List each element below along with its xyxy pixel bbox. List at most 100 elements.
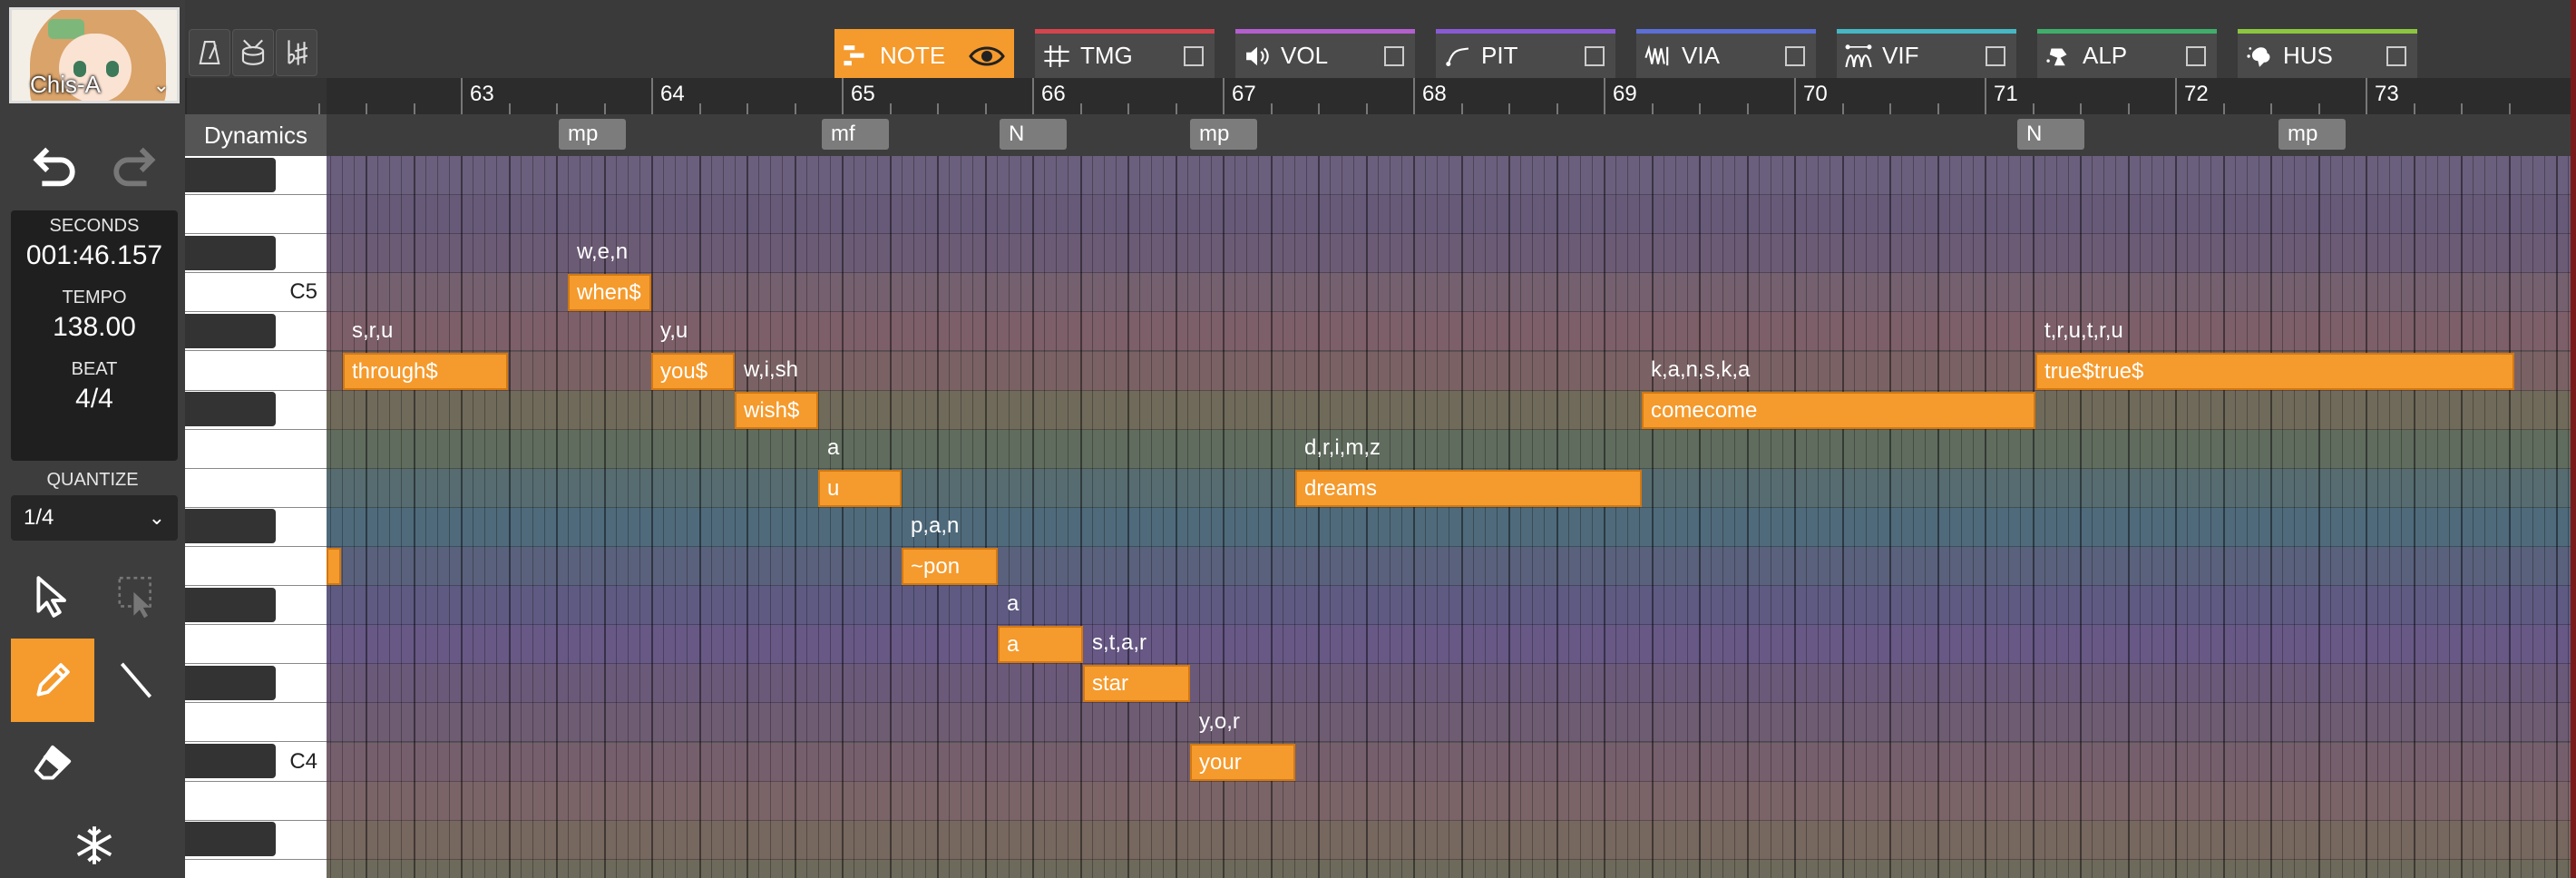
grid-line — [2055, 156, 2057, 878]
black-key[interactable] — [185, 236, 276, 270]
tab-vol[interactable]: VOL — [1235, 29, 1415, 78]
note-block[interactable]: your — [1190, 743, 1295, 781]
tempo-value[interactable]: 138.00 — [11, 312, 178, 343]
note-block[interactable]: you$ — [651, 352, 735, 390]
piano-keyboard[interactable]: C5 C4 — [185, 156, 327, 878]
pitch-snap-button[interactable] — [276, 29, 317, 76]
grid-line — [639, 156, 640, 878]
left-sidebar: Chis-A ⌄ SECONDS 001:46.157 TEMPO 138.00… — [0, 0, 187, 878]
note-block[interactable]: star — [1083, 665, 1190, 703]
note-block[interactable]: a — [998, 626, 1083, 664]
grid-line — [1948, 156, 1950, 878]
dynamics-mark[interactable]: mf — [822, 119, 889, 150]
measure-ruler[interactable]: 63 64 65 66 67 68 69 70 71 72 73 — [317, 78, 2576, 115]
tab-via[interactable]: VIA — [1636, 29, 1816, 78]
black-key[interactable] — [185, 158, 276, 192]
black-key[interactable] — [185, 509, 276, 543]
note-block[interactable]: through$ — [343, 352, 508, 390]
black-key[interactable] — [185, 822, 276, 856]
drum-button[interactable] — [232, 29, 274, 76]
white-key[interactable] — [185, 468, 327, 508]
beat-tick — [1127, 103, 1129, 114]
white-key[interactable] — [185, 429, 327, 469]
note-block[interactable]: wish$ — [735, 391, 818, 429]
note-block[interactable]: true$true$ — [2035, 352, 2514, 390]
undo-button[interactable] — [11, 127, 94, 209]
note-block[interactable]: u — [818, 469, 902, 507]
dynamics-mark[interactable]: mp — [2278, 119, 2346, 150]
dynamics-mark[interactable]: mp — [559, 119, 626, 150]
grid-line — [2162, 156, 2164, 878]
redo-button[interactable] — [94, 127, 178, 209]
white-key[interactable] — [185, 547, 327, 586]
key-label-c4: C4 — [289, 749, 317, 774]
grid-line — [2115, 156, 2117, 878]
singer-selector[interactable]: Chis-A ⌄ — [9, 7, 180, 103]
tab-visibility-checkbox[interactable] — [2386, 45, 2406, 66]
note-block-partial[interactable] — [327, 548, 341, 585]
beat-line — [1746, 156, 1749, 878]
vibrato-amplitude-icon — [1640, 41, 1676, 72]
line-tool-button[interactable] — [94, 639, 178, 722]
transport-info: SECONDS 001:46.157 TEMPO 138.00 BEAT 4/4 — [11, 210, 178, 461]
white-key[interactable] — [185, 351, 327, 391]
grid-line — [2008, 156, 2010, 878]
grid-line — [877, 156, 879, 878]
black-key[interactable] — [185, 588, 276, 622]
metronome-button[interactable] — [189, 29, 230, 76]
tab-visibility-checkbox[interactable] — [1785, 45, 1805, 66]
tab-alp[interactable]: ALP — [2037, 29, 2217, 78]
note-block[interactable]: ~pon — [902, 548, 998, 585]
beat-tick — [2270, 103, 2272, 114]
note-block[interactable]: when$ — [568, 274, 651, 312]
white-key[interactable] — [185, 859, 327, 878]
white-key[interactable] — [185, 195, 327, 235]
eye-icon[interactable] — [969, 42, 1005, 71]
grid-line — [520, 156, 522, 878]
grid-line — [663, 156, 665, 878]
select-tool-button[interactable] — [11, 555, 94, 639]
freeze-button[interactable] — [53, 813, 136, 878]
black-key[interactable] — [185, 314, 276, 348]
grid-line — [2436, 156, 2438, 878]
pencil-tool-button[interactable] — [11, 639, 94, 722]
eraser-tool-button[interactable] — [11, 722, 94, 805]
note-block[interactable]: comecome — [1642, 391, 2035, 429]
tab-vif[interactable]: VIF — [1837, 29, 2016, 78]
tab-tmg[interactable]: TMG — [1035, 29, 1215, 78]
marquee-tool-button[interactable] — [94, 555, 178, 639]
tab-note[interactable]: NOTE — [834, 29, 1014, 78]
white-key[interactable] — [185, 781, 327, 821]
tab-hus[interactable]: HUS — [2238, 29, 2417, 78]
pitch-icon — [1439, 41, 1476, 72]
beat-value[interactable]: 4/4 — [11, 384, 178, 415]
beat-tick — [366, 103, 367, 114]
grid-line — [1711, 156, 1712, 878]
white-key[interactable] — [185, 625, 327, 665]
piano-roll-grid[interactable]: when$ w,e,n through$ s,r,u you$ y,u wish$ w,i,s… — [327, 156, 2576, 878]
tab-visibility-checkbox[interactable] — [1585, 45, 1605, 66]
tab-visibility-checkbox[interactable] — [2186, 45, 2206, 66]
beat-tick — [1699, 103, 1701, 114]
grid-line — [2543, 156, 2545, 878]
phoneme-label: s,r,u — [352, 317, 394, 343]
black-key[interactable] — [185, 392, 276, 426]
tab-visibility-checkbox[interactable] — [1184, 45, 1204, 66]
tab-visibility-checkbox[interactable] — [1986, 45, 2005, 66]
white-key[interactable] — [185, 703, 327, 743]
grid-line — [1151, 156, 1153, 878]
dynamics-mark[interactable]: N — [1000, 119, 1067, 150]
tab-visibility-checkbox[interactable] — [1384, 45, 1404, 66]
black-key[interactable] — [185, 744, 276, 778]
black-key[interactable] — [185, 666, 276, 700]
vibrato-frequency-icon — [1840, 41, 1877, 72]
dynamics-mark[interactable]: mp — [1190, 119, 1257, 150]
dynamics-track[interactable]: mp mf Nmp Nmp — [327, 114, 2576, 158]
dynamics-mark[interactable]: N — [2017, 119, 2084, 150]
tab-pit[interactable]: PIT — [1436, 29, 1615, 78]
note-block[interactable]: dreams — [1295, 469, 1642, 507]
quantize-select[interactable]: 1/4 ⌄ — [11, 495, 178, 541]
grid-line — [2187, 156, 2189, 878]
measure-tick — [1223, 78, 1225, 114]
grid-line — [2520, 156, 2522, 878]
